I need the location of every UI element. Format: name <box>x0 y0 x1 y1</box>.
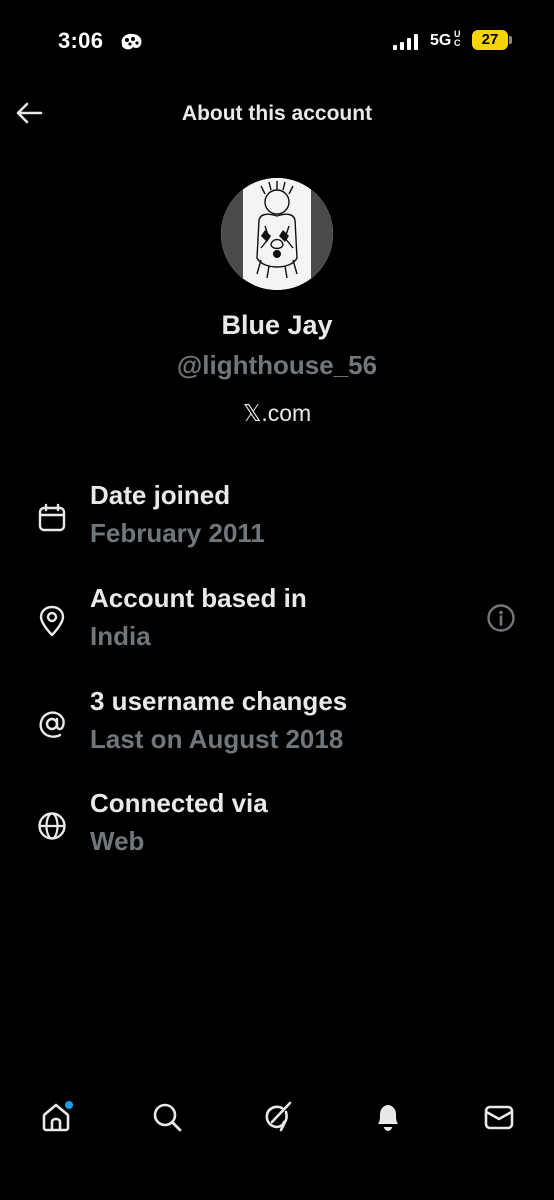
signal-strength-icon <box>393 34 418 50</box>
info-title: Connected via <box>90 788 268 818</box>
search-icon <box>153 1103 182 1132</box>
nav-messages[interactable] <box>481 1099 517 1135</box>
info-row-connected-via: Connected via Web <box>0 788 554 868</box>
calendar-icon <box>36 502 68 534</box>
info-row-account-based-in: Account based in India <box>0 583 554 663</box>
username: @lighthouse_56 <box>176 350 378 380</box>
info-row-date-joined: Date joined February 2011 <box>0 480 554 560</box>
status-time: 3:06 <box>58 28 104 53</box>
grok-icon <box>265 1101 292 1132</box>
info-title: Account based in <box>90 583 307 613</box>
nav-grok[interactable] <box>259 1099 295 1135</box>
status-bar: 3:06 5G UC 27 <box>0 0 554 80</box>
info-icon <box>487 604 515 632</box>
info-row-username-changes: 3 username changes Last on August 2018 <box>0 686 554 766</box>
info-value: Web <box>90 826 145 856</box>
page-title: About this account <box>181 102 373 125</box>
avatar-image <box>221 178 333 290</box>
notification-dot <box>65 1101 73 1109</box>
avatar[interactable] <box>221 178 333 290</box>
info-value: India <box>90 621 151 651</box>
globe-icon <box>36 810 68 842</box>
app-notification-icon <box>121 33 142 50</box>
info-button[interactable] <box>484 601 518 635</box>
nav-notifications[interactable] <box>370 1099 406 1135</box>
network-subtype: UC <box>454 29 461 48</box>
info-value: Last on August 2018 <box>90 724 344 754</box>
info-title: Date joined <box>90 480 231 510</box>
bell-icon <box>378 1105 398 1131</box>
location-pin-icon <box>36 605 68 637</box>
header: About this account <box>0 90 554 140</box>
nav-home[interactable] <box>38 1099 74 1135</box>
site-link[interactable]: 𝕏.com <box>0 400 554 427</box>
info-title: 3 username changes <box>90 686 348 716</box>
display-name: Blue Jay <box>221 310 333 340</box>
bottom-nav <box>0 1085 554 1149</box>
nav-search[interactable] <box>149 1099 185 1135</box>
battery-tip <box>509 36 512 44</box>
battery-indicator: 27 <box>472 30 508 50</box>
info-value: February 2011 <box>90 518 265 548</box>
at-sign-icon <box>36 708 68 740</box>
mail-icon <box>484 1105 514 1130</box>
network-type: 5G <box>430 32 452 49</box>
